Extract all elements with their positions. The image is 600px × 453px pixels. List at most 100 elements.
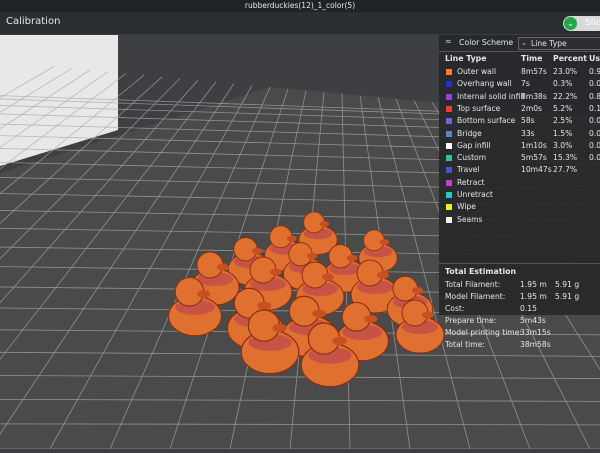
estimation-value-2: 5.91 g [555,280,580,289]
line-type-usage: 0.0 [589,153,600,163]
line-type-name: Travel [457,165,480,175]
estimation-value: 33m15s [520,328,551,337]
line-type-time: 1m10s [521,140,547,150]
header-usage: Us [589,54,600,63]
line-type-percent: 0.3% [553,79,573,89]
color-swatch-icon [446,167,452,174]
collapse-icon[interactable]: ≈ [445,37,452,46]
color-swatch-icon [446,130,452,137]
line-type-percent: 22.2% [553,91,578,101]
line-type-percent: 1.5% [553,128,573,138]
line-type-percent: 27.7% [553,165,578,175]
header-percent: Percent [553,54,588,63]
line-type-usage: 0.0 [589,116,600,126]
estimation-row: Prepare time: 5m43s [445,316,600,328]
legend-row[interactable]: Seams [439,214,600,226]
estimation-row: Total time: 38m58s [445,340,600,352]
color-scheme-label: Color Scheme [459,38,514,47]
legend-row[interactable]: Custom 5m57s 15.3% 0.0 [439,152,600,164]
slice-button-label: Slic [585,18,600,28]
legend-row[interactable]: Bridge 33s 1.5% 0.0 [439,128,600,140]
line-type-percent: 2.5% [553,116,573,126]
color-swatch-icon [446,69,452,75]
estimation-row: Total Filament: 1.95 m 5.91 g [445,280,600,292]
legend-row[interactable]: Travel 10m47s 27.7% [439,164,600,176]
line-type-time: 58s [521,116,535,126]
estimation-label: Prepare time: [445,316,497,325]
line-type-usage: 0.1 [589,103,600,113]
window-title: rubberduckies(12)_1_color(5) [0,0,600,12]
legend-row[interactable]: Internal solid infill 8m38s 22.2% 0.8 [439,91,600,103]
total-estimation-title: Total Estimation [445,267,517,276]
color-swatch-icon [446,155,452,162]
line-type-name: Wipe [457,202,476,212]
legend-row[interactable]: Overhang wall 7s 0.3% 0.0 [439,78,600,90]
estimation-value-2: 5.91 g [555,292,580,301]
line-type-name: Bottom surface [457,116,516,126]
color-swatch-icon [446,179,452,186]
color-swatch-icon [446,81,452,88]
estimation-row: Model printing time: 33m15s [445,328,600,340]
page-title: Calibration [6,16,61,27]
line-type-usage: 0.9 [589,67,600,76]
line-type-name: Seams [457,214,483,224]
legend-row[interactable]: Gap infill 1m10s 3.0% 0.0 [439,140,600,152]
top-toolbar: Calibration ⌄ Slic [0,12,600,35]
legend-row[interactable]: Retract [439,177,600,189]
estimation-label: Total time: [445,340,485,349]
line-type-name: Custom [457,153,487,163]
line-type-time: 8m38s [521,91,547,101]
line-type-time: 33s [521,128,535,138]
legend-row[interactable]: Outer wall 8m57s 23.0% 0.9 [439,66,600,78]
estimation-value: 38m58s [520,340,551,349]
estimation-value: 0.15 [520,304,537,313]
color-swatch-icon [446,142,452,149]
estimation-value: 1.95 m [520,280,547,289]
line-type-time: 5m57s [521,153,547,163]
line-type-name: Unretract [457,190,493,199]
estimation-row: Model Filament: 1.95 m 5.91 g [445,292,600,304]
color-swatch-icon [446,118,452,125]
legend-row[interactable]: Top surface 2m0s 5.2% 0.1 [439,103,600,115]
line-type-name: Retract [457,177,485,187]
estimation-label: Model printing time: [445,328,522,337]
chevron-down-icon[interactable]: ⌄ [564,17,577,30]
chevron-down-icon: ⌄ [521,39,527,47]
line-type-name: Bridge [457,128,482,138]
estimation-value: 1.95 m [520,292,547,301]
line-type-time: 2m0s [521,103,543,113]
legend-row[interactable]: Bottom surface 58s 2.5% 0.0 [439,115,600,127]
line-type-percent: 5.2% [553,103,573,113]
color-scheme-select[interactable]: ⌄ Line Type [518,37,600,50]
legend-row[interactable]: Unretract [439,189,600,201]
line-type-name: Top surface [457,103,501,113]
line-type-name: Internal solid infill [457,91,525,101]
header-line-type: Line Type [445,54,487,63]
estimation-row: Cost: 0.15 [445,304,600,316]
estimation-label: Total Filament: [445,280,501,289]
line-type-name: Outer wall [457,67,497,76]
line-type-usage: 0.0 [589,79,600,89]
line-type-time: 8m57s [521,67,547,76]
estimation-label: Model Filament: [445,292,506,301]
color-swatch-icon [446,204,452,211]
line-type-usage: 0.0 [589,128,600,138]
line-type-name: Overhang wall [457,79,512,89]
color-swatch-icon [446,192,452,198]
line-type-time: 10m47s [521,165,552,175]
line-type-time: 7s [521,79,530,89]
gcode-legend-panel: ≈ Color Scheme ⌄ Line Type Line Type Tim… [439,35,600,349]
line-type-usage: 0.8 [589,91,600,101]
color-swatch-icon [446,93,452,100]
line-type-percent: 3.0% [553,140,573,150]
line-type-usage: 0.0 [589,140,600,150]
color-scheme-value: Line Type [531,39,567,48]
divider [439,263,600,264]
estimation-value: 5m43s [520,316,546,325]
line-type-percent: 15.3% [553,153,578,163]
color-swatch-icon [446,216,452,223]
color-swatch-icon [446,105,452,112]
legend-row[interactable]: Wipe [439,201,600,213]
color-scheme-row: ≈ Color Scheme ⌄ Line Type [439,35,600,52]
slice-button[interactable]: ⌄ Slic [563,16,600,31]
